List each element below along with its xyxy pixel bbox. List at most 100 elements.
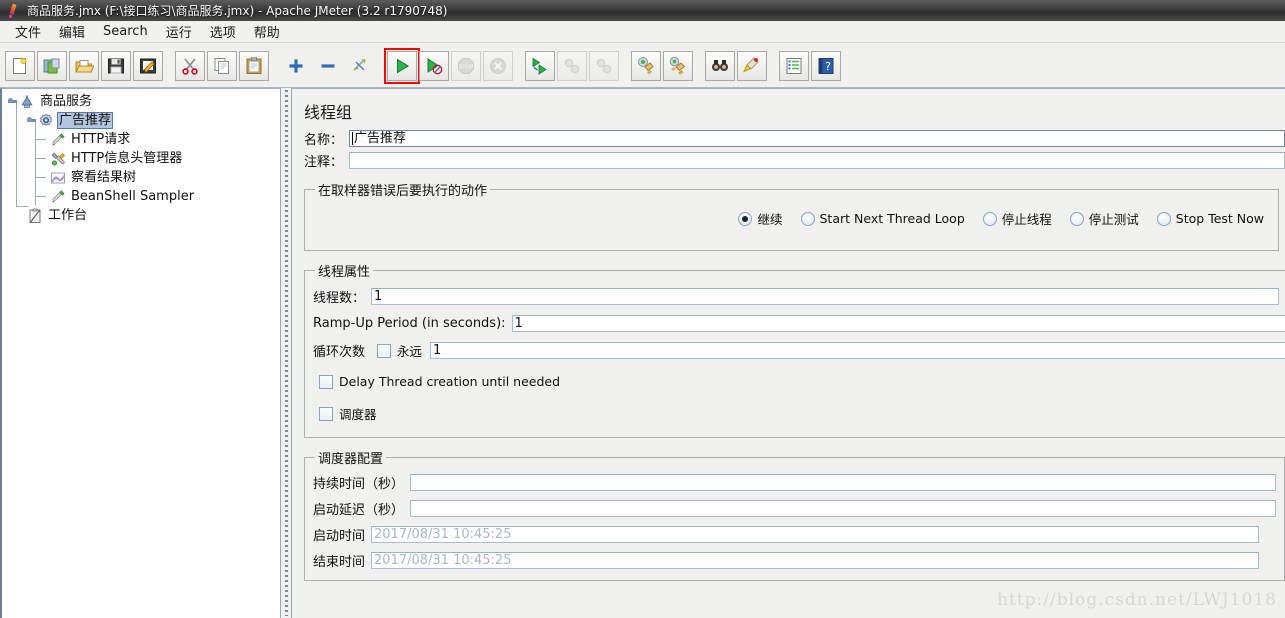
copy-button[interactable] — [207, 50, 237, 81]
start-button[interactable] — [384, 47, 420, 84]
checkbox-box-icon — [319, 374, 333, 389]
radio-dot-icon — [800, 211, 815, 226]
thread-group-panel: 线程组 名称： 广告推荐 注释： 在取样器错误后要执行的动作 继续 Start … — [292, 88, 1285, 618]
loop-count-row: 循环次数 永远 1 — [313, 341, 1285, 360]
clear-button[interactable] — [631, 50, 661, 81]
radio-continue[interactable]: 继续 — [738, 209, 783, 228]
cut-button[interactable] — [175, 50, 205, 81]
threads-row: 线程数： 1 — [313, 287, 1285, 306]
start-time-input[interactable]: 2017/08/31 10:45:25 — [371, 526, 1260, 543]
templates-button[interactable] — [37, 50, 67, 81]
tree-node-http-request[interactable]: HTTP请求 — [2, 130, 280, 149]
loop-count-input[interactable]: 1 — [430, 342, 1285, 359]
expand-all-button[interactable] — [281, 51, 311, 81]
comment-input[interactable] — [349, 152, 1285, 169]
remote-shutdown-all-button — [589, 50, 619, 81]
search-reset-button[interactable] — [737, 50, 767, 81]
start-time-row: 启动时间 2017/08/31 10:45:25 — [313, 525, 1276, 544]
name-input[interactable]: 广告推荐 — [349, 130, 1285, 147]
tree-line — [36, 139, 46, 140]
tree-node-header-manager[interactable]: HTTP信息头管理器 — [2, 149, 280, 168]
radio-start-next-thread-loop[interactable]: Start Next Thread Loop — [800, 211, 965, 226]
comment-row: 注释： — [304, 151, 1285, 170]
test-plan-tree[interactable]: 商品服务 广告推荐 HTTP请求 HTTP信息头管理器 察看结果树 BeanSh… — [2, 89, 280, 225]
radio-stop-thread[interactable]: 停止线程 — [982, 209, 1052, 228]
tree-expand-handle-icon[interactable] — [27, 116, 36, 125]
scheduler-label: 调度器 — [339, 407, 377, 422]
tree-node-thread-group[interactable]: 广告推荐 — [2, 111, 280, 130]
search-button[interactable] — [705, 50, 735, 81]
menu-options[interactable]: 选项 — [201, 20, 245, 43]
tree-line — [36, 158, 46, 159]
startup-delay-row: 启动延迟（秒） — [313, 499, 1277, 518]
start-no-pauses-button[interactable] — [419, 50, 449, 81]
remote-start-all-button[interactable] — [525, 50, 555, 81]
threads-label: 线程数： — [313, 291, 366, 306]
rampup-label: Ramp-Up Period (in seconds): — [313, 316, 506, 331]
delay-thread-row: Delay Thread creation until needed — [319, 374, 1285, 389]
menu-file[interactable]: 文件 — [6, 20, 50, 43]
collapse-all-button[interactable] — [313, 51, 343, 81]
help-button[interactable]: ? — [811, 50, 841, 81]
end-time-label: 结束时间 — [313, 555, 366, 570]
remote-stop-all-button — [557, 50, 587, 81]
menu-help[interactable]: 帮助 — [245, 20, 289, 43]
forever-label: 永远 — [397, 344, 423, 359]
startup-delay-input[interactable] — [410, 500, 1277, 517]
end-time-input[interactable]: 2017/08/31 10:45:25 — [371, 552, 1260, 569]
end-time-value: 2017/08/31 10:45:25 — [374, 553, 512, 568]
new-button[interactable] — [5, 50, 35, 81]
save-as-button[interactable] — [133, 50, 163, 81]
save-button[interactable] — [101, 50, 131, 81]
beanshell-sampler-icon — [52, 189, 65, 203]
tree-expand-handle-icon[interactable] — [8, 97, 17, 106]
threads-input[interactable]: 1 — [371, 288, 1280, 305]
function-helper-button[interactable] — [779, 50, 809, 81]
menu-run[interactable]: 运行 — [157, 20, 201, 43]
scheduler-row: 调度器 — [319, 404, 1285, 423]
paste-button[interactable] — [239, 50, 269, 81]
checkbox-box-icon — [377, 343, 392, 358]
delay-thread-label: Delay Thread creation until needed — [339, 374, 561, 389]
jmeter-feather-icon — [5, 3, 21, 19]
radio-label: Start Next Thread Loop — [819, 211, 965, 226]
radio-stop-test-now[interactable]: Stop Test Now — [1156, 211, 1264, 226]
tree-node-label: BeanShell Sampler — [71, 189, 195, 204]
forever-checkbox[interactable]: 永远 — [377, 341, 422, 360]
thread-group-gear-icon — [39, 113, 53, 126]
toggle-button[interactable] — [345, 51, 375, 81]
scheduler-config-legend: 调度器配置 — [318, 452, 384, 467]
test-plan-tree-panel[interactable]: 商品服务 广告推荐 HTTP请求 HTTP信息头管理器 察看结果树 BeanSh… — [0, 88, 280, 618]
menu-edit[interactable]: 编辑 — [50, 20, 94, 43]
svg-text:?: ? — [825, 60, 831, 73]
tree-node-label: 察看结果树 — [71, 170, 137, 185]
rampup-input[interactable]: 1 — [511, 315, 1285, 332]
clear-all-button[interactable] — [663, 50, 693, 81]
open-button[interactable] — [69, 50, 99, 81]
menu-bar: 文件 编辑 Search 运行 选项 帮助 — [0, 21, 1285, 43]
radio-stop-test[interactable]: 停止测试 — [1069, 209, 1139, 228]
menu-search[interactable]: Search — [94, 22, 157, 41]
radio-label: Stop Test Now — [1175, 211, 1264, 226]
thread-properties-legend: 线程属性 — [318, 265, 371, 280]
radio-label: 继续 — [757, 212, 783, 227]
duration-row: 持续时间（秒） — [313, 473, 1277, 492]
divider-grip-icon — [285, 90, 288, 616]
comment-label: 注释： — [304, 155, 344, 170]
delay-thread-checkbox[interactable]: Delay Thread creation until needed — [319, 374, 560, 389]
tree-node-view-results-tree[interactable]: 察看结果树 — [2, 168, 280, 187]
startup-delay-label: 启动延迟（秒） — [313, 503, 405, 518]
scheduler-checkbox[interactable]: 调度器 — [319, 404, 377, 423]
tree-node-test-plan[interactable]: 商品服务 — [2, 92, 280, 111]
rampup-row: Ramp-Up Period (in seconds): 1 — [313, 315, 1285, 332]
stop-button: STOP — [451, 50, 481, 81]
tree-node-label: 工作台 — [48, 208, 88, 223]
tree-node-beanshell-sampler[interactable]: BeanShell Sampler — [2, 187, 280, 206]
radio-dot-icon — [982, 211, 997, 226]
tree-line — [36, 177, 46, 178]
split-pane-divider[interactable] — [280, 88, 292, 618]
tree-node-label: 广告推荐 — [57, 112, 114, 129]
radio-label: 停止线程 — [1001, 212, 1052, 227]
tree-node-workbench[interactable]: 工作台 — [2, 206, 280, 225]
duration-input[interactable] — [410, 474, 1277, 491]
